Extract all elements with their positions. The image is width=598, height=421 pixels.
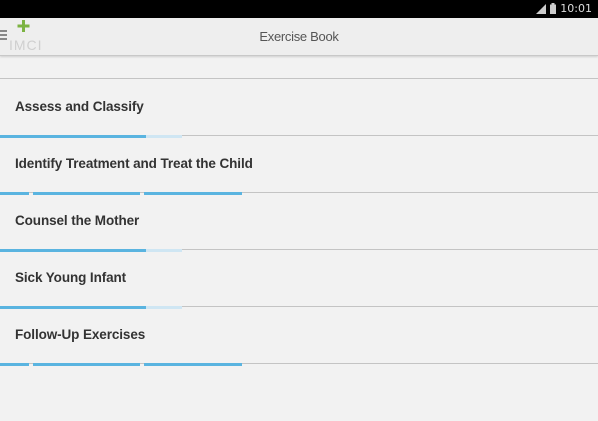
- list-item-label: Assess and Classify: [15, 99, 144, 114]
- progress-bar: [0, 363, 260, 366]
- list-item-assess-and-classify[interactable]: Assess and Classify: [0, 79, 598, 138]
- battery-icon: [550, 3, 557, 14]
- app-bar: IMCI Exercise Book: [0, 18, 598, 56]
- list-item-follow-up-exercises[interactable]: Follow-Up Exercises: [0, 307, 598, 366]
- list-item-sick-young-infant[interactable]: Sick Young Infant: [0, 250, 598, 309]
- list-item-label: Identify Treatment and Treat the Child: [15, 156, 253, 171]
- list-item-counsel-the-mother[interactable]: Counsel the Mother: [0, 193, 598, 252]
- signal-icon: [536, 3, 547, 14]
- status-bar: 10:01: [0, 0, 598, 18]
- status-icons: 10:01: [536, 2, 592, 15]
- list-item-identify-treatment[interactable]: Identify Treatment and Treat the Child: [0, 136, 598, 195]
- exercise-list: Assess and Classify Identify Treatment a…: [0, 79, 598, 366]
- page-title: Exercise Book: [259, 29, 339, 44]
- list-item-label: Follow-Up Exercises: [15, 327, 146, 342]
- list-item-label: Sick Young Infant: [15, 270, 127, 285]
- status-time: 10:01: [560, 2, 592, 15]
- list-item-label: Counsel the Mother: [15, 213, 140, 228]
